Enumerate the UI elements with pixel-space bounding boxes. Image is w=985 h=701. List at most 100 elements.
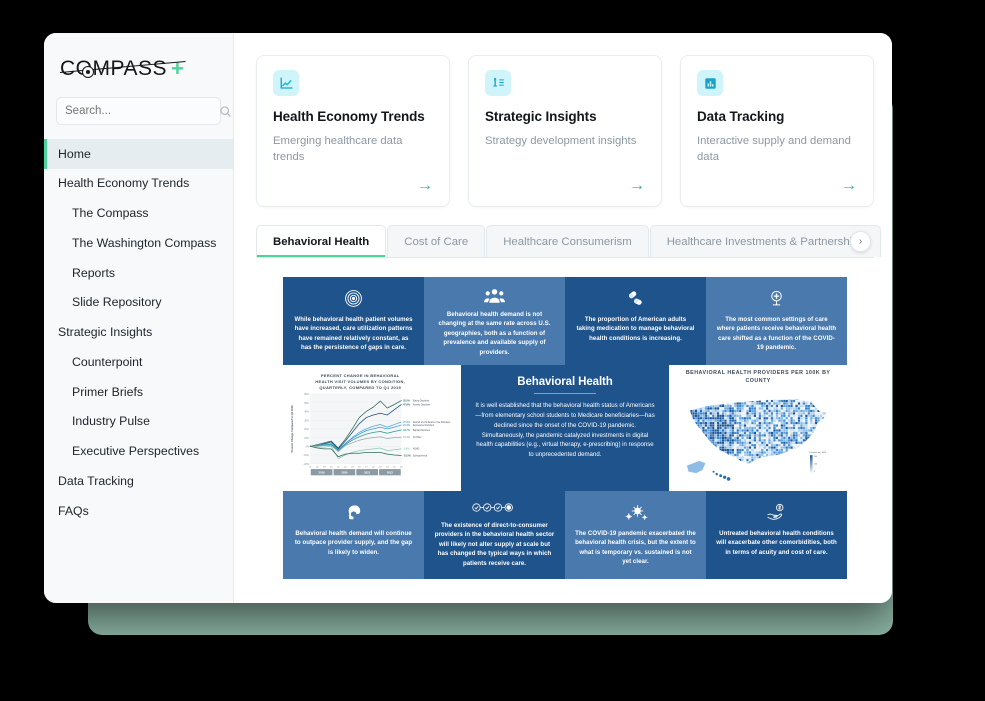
svg-text:Q2: Q2 (400, 467, 404, 469)
panel-text: The proportion of American adults taking… (576, 316, 695, 342)
infographic-center-block: Behavioral Health It is well established… (460, 365, 670, 491)
card-arrow-icon[interactable]: → (841, 178, 857, 194)
sidebar-item-label: Health Economy Trends (58, 176, 190, 191)
svg-text:2022: 2022 (387, 470, 394, 474)
search-box[interactable] (56, 97, 231, 125)
infographic-title: Behavioral Health (517, 376, 613, 388)
line-chart-icon (273, 70, 299, 96)
svg-text:60%: 60% (304, 394, 309, 396)
tab-behavioral-health[interactable]: Behavioral Health (256, 225, 387, 257)
card-health-economy-trends[interactable]: Health Economy Trends Emerging healthcar… (256, 55, 450, 207)
app-window: COMPASS + Home Health Economy Trends The C… (44, 33, 892, 603)
people-group-icon (484, 287, 505, 304)
tab-label: Healthcare Consumerism (503, 235, 632, 248)
sidebar-item-counterpoint[interactable]: Counterpoint (44, 347, 233, 377)
sidebar-item-primer-briefs[interactable]: Primer Briefs (44, 377, 233, 407)
card-arrow-icon[interactable]: → (629, 178, 645, 194)
tab-label: Cost of Care (404, 235, 469, 248)
tab-label: Healthcare Investments & Partnerships (666, 235, 865, 248)
svg-text:Q2: Q2 (344, 467, 348, 469)
svg-text:Q3: Q3 (323, 467, 327, 469)
sidebar-item-executive-perspectives[interactable]: Executive Perspectives (44, 437, 233, 467)
card-description: Emerging healthcare data trends (273, 135, 403, 164)
compass-ring-icon (82, 66, 94, 78)
svg-text:Alcohol and Substance Use Diso: Alcohol and Substance Use Disorders (413, 421, 451, 424)
svg-text:50%: 50% (304, 403, 309, 405)
svg-text:10.4%: 10.4% (403, 436, 411, 439)
card-title: Strategic Insights (485, 109, 597, 124)
visit-volume-line-chart: PERCENT CHANGE IN BEHAVIORAL HEALTH VISIT… (283, 365, 461, 491)
sidebar-item-strategic-insights[interactable]: Strategic Insights (44, 318, 233, 348)
sidebar-item-label: FAQs (58, 503, 89, 518)
svg-text:30%: 30% (304, 420, 309, 422)
card-description: Interactive supply and demand data (697, 135, 851, 164)
svg-text:0%: 0% (306, 446, 309, 448)
sidebar-item-the-washington-compass[interactable]: The Washington Compass (44, 228, 233, 258)
infographic-panel-settings-of-care: The most common settings of care where p… (706, 277, 847, 365)
screenshot-stage: COMPASS + Home Health Economy Trends The C… (0, 0, 985, 701)
sidebar-item-label: Reports (72, 265, 116, 280)
svg-text:240: 240 (814, 456, 817, 458)
virus-icon (624, 501, 648, 523)
svg-text:All Other: All Other (413, 436, 422, 439)
svg-text:2020: 2020 (341, 470, 348, 474)
svg-text:20%: 20% (304, 429, 309, 431)
sidebar-item-label: Counterpoint (72, 354, 143, 369)
app-logo[interactable]: COMPASS + (44, 33, 233, 91)
sidebar-item-label: Strategic Insights (58, 325, 153, 339)
svg-text:Q4: Q4 (330, 467, 334, 469)
infographic-panel-utilization: While behavioral health patient volumes … (283, 277, 424, 365)
svg-text:Q2: Q2 (316, 467, 320, 469)
sidebar-item-label: The Washington Compass (72, 235, 217, 250)
card-title: Health Economy Trends (273, 109, 425, 124)
panel-text: The existence of direct-to-consumer prov… (434, 521, 555, 567)
infographic-panel-demand-gap: Behavioral health demand will continue t… (283, 491, 424, 579)
svg-text:47.9%: 47.9% (403, 403, 411, 406)
svg-text:Q4: Q4 (358, 467, 362, 469)
svg-text:Q3: Q3 (379, 467, 383, 469)
sidebar-item-industry-pulse[interactable]: Industry Pulse (44, 407, 233, 437)
panel-text: The most common settings of care where p… (716, 316, 837, 352)
logo-wordmark: COMPASS (60, 57, 167, 81)
sidebar-item-label: Slide Repository (72, 295, 162, 310)
sidebar-item-home[interactable]: Home (44, 139, 233, 169)
sidebar-item-data-tracking[interactable]: Data Tracking (44, 466, 233, 496)
svg-text:Q1: Q1 (393, 467, 397, 469)
card-arrow-icon[interactable]: → (417, 178, 433, 194)
sidebar-item-the-compass[interactable]: The Compass (44, 199, 233, 229)
svg-text:52.5%: 52.5% (403, 399, 411, 402)
sidebar-item-label: Home (58, 146, 91, 161)
svg-text:Schizophrenia: Schizophrenia (413, 454, 428, 457)
providers-choropleth-map: BEHAVIORAL HEALTH PROVIDERS PER 100K BY … (669, 365, 847, 491)
search-icon (219, 105, 232, 118)
svg-text:-10.5%: -10.5% (403, 454, 411, 457)
sidebar-item-reports[interactable]: Reports (44, 258, 233, 288)
svg-text:Providers per 100K: Providers per 100K (810, 452, 828, 454)
sidebar-item-label: Data Tracking (58, 473, 134, 488)
svg-text:2021: 2021 (364, 470, 371, 474)
sidebar-item-health-economy-trends[interactable]: Health Economy Trends (44, 169, 233, 199)
card-data-tracking[interactable]: Data Tracking Interactive supply and dem… (680, 55, 874, 207)
infographic-panel-covid-impact: The COVID-19 pandemic exacerbated the be… (565, 491, 706, 579)
svg-text:-10%: -10% (303, 455, 308, 457)
svg-text:Q1: Q1 (309, 467, 313, 469)
tab-healthcare-consumerism[interactable]: Healthcare Consumerism (486, 225, 649, 257)
sidebar-nav: Home Health Economy Trends The Compass The … (44, 139, 233, 526)
title-divider (533, 393, 596, 394)
sidebar-item-slide-repository[interactable]: Slide Repository (44, 288, 233, 318)
card-strategic-insights[interactable]: Strategic Insights Strategy development … (468, 55, 662, 207)
tab-healthcare-investments-partnerships[interactable]: Healthcare Investments & Partnerships (649, 225, 882, 257)
panel-text: Behavioral health demand is not changing… (438, 311, 551, 356)
infographic-panel-geography: Behavioral health demand is not changing… (424, 277, 565, 365)
infographic-body-text: It is well established that the behavior… (475, 402, 655, 459)
search-input[interactable] (65, 105, 219, 117)
tab-label: Behavioral Health (273, 235, 370, 248)
svg-text:Q3: Q3 (351, 467, 355, 469)
sidebar-item-label: Industry Pulse (72, 414, 150, 429)
tab-cost-of-care[interactable]: Cost of Care (387, 225, 486, 257)
svg-text:QUARTERLY, COMPARED TO Q1 2019: QUARTERLY, COMPARED TO Q1 2019 (319, 385, 401, 390)
tabs-next-button[interactable]: › (850, 231, 871, 252)
medical-cross-icon (767, 287, 786, 309)
sidebar-item-faqs[interactable]: FAQs (44, 496, 233, 526)
svg-text:Q1: Q1 (365, 467, 369, 469)
